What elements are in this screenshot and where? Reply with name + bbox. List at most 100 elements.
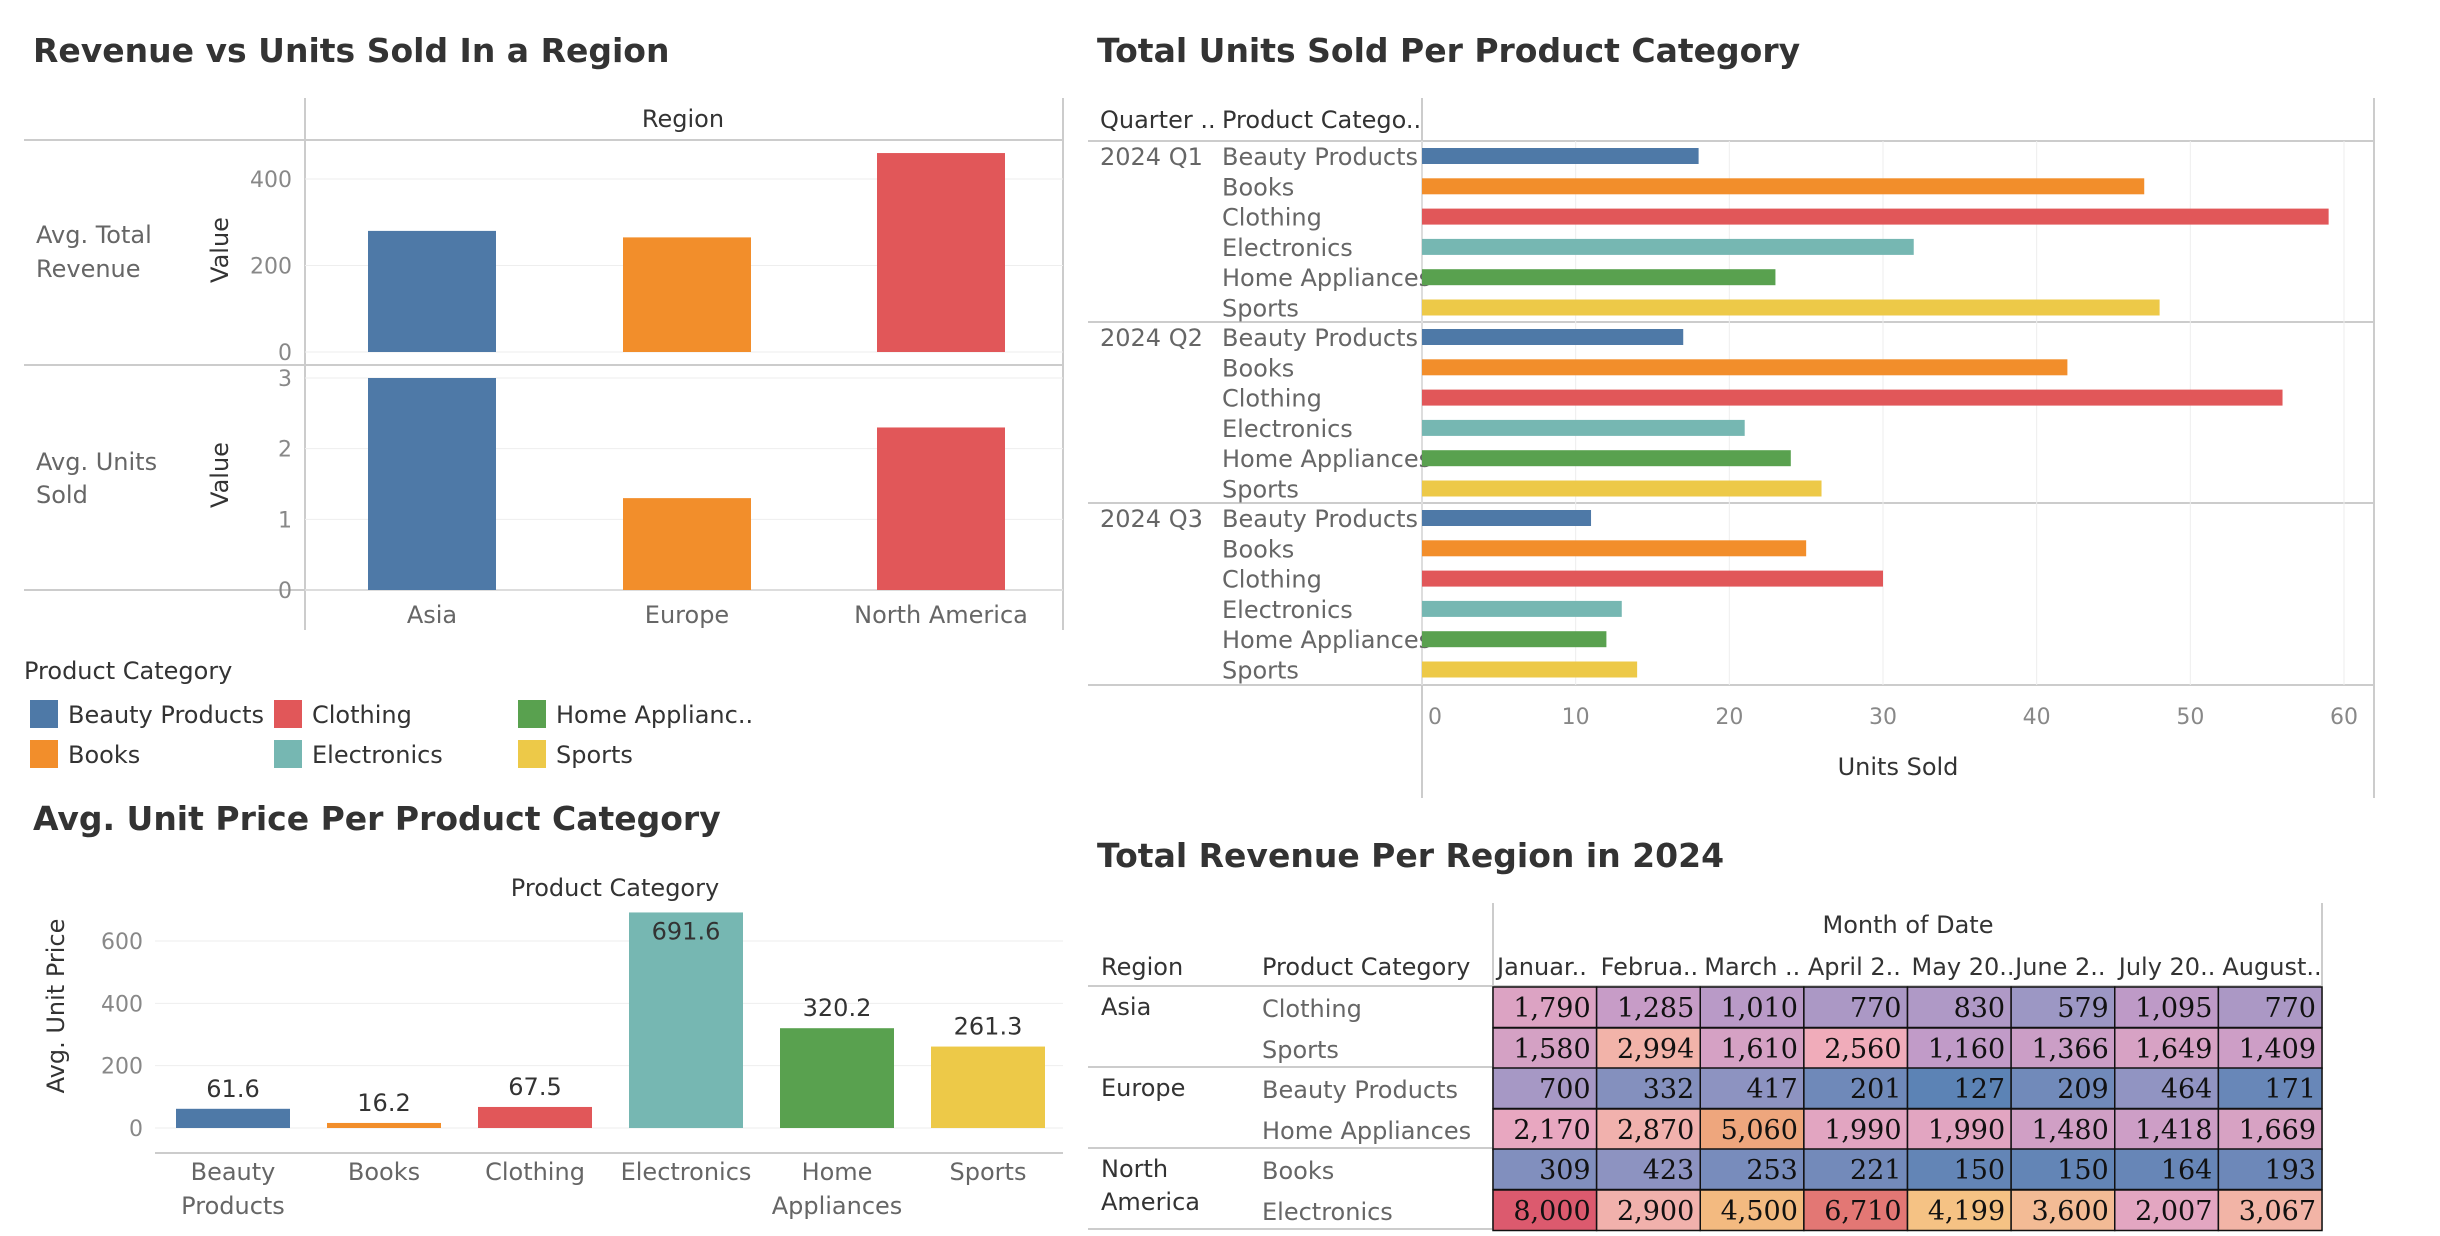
table-month-header: August.. <box>2222 953 2321 981</box>
chart1-row2-label-line2: Sold <box>36 481 88 509</box>
chart1-x-tick-label: Europe <box>645 601 729 629</box>
unit-price-chart: Avg. Unit Price Per Product Category Pro… <box>33 799 1063 1220</box>
chart3-y-tick-label: 0 <box>129 1117 143 1142</box>
chart2-category-label: Beauty Products <box>1222 324 1418 352</box>
table-category-label: Books <box>1262 1157 1334 1185</box>
table-cell-value: 2,870 <box>1617 1115 1694 1146</box>
chart1-y-tick-label: 3 <box>278 367 292 392</box>
legend-swatch <box>518 700 546 728</box>
table-cell-value: 3,600 <box>2031 1196 2108 1227</box>
table-cell-value: 2,170 <box>1513 1115 1590 1146</box>
chart3-x-tick-label: Appliances <box>772 1192 903 1220</box>
chart2-bar <box>1422 661 1638 678</box>
chart2-header-quarter: Quarter .. <box>1100 106 1216 134</box>
chart2-marks: 0 10 20 30 40 50 602024 Q1 Beauty ProductsBooks… <box>1100 141 2358 730</box>
table-cell-value: 423 <box>1643 1155 1695 1186</box>
chart3-title: Avg. Unit Price Per Product Category <box>33 799 721 838</box>
chart2-category-label: Clothing <box>1222 385 1322 413</box>
table-cell-value: 830 <box>1954 993 2006 1024</box>
table-cell-value: 1,990 <box>1824 1115 1901 1146</box>
legend-label: Clothing <box>312 701 412 729</box>
table-month-header: April 2.. <box>1808 953 1901 981</box>
legend-label: Beauty Products <box>68 701 264 729</box>
table-cell-value: 127 <box>1954 1074 2006 1105</box>
chart2-quarter-label: 2024 Q1 <box>1100 143 1203 171</box>
chart3-bar <box>478 1106 592 1128</box>
chart3-x-tick-label: Clothing <box>485 1158 585 1186</box>
table-region-label: America <box>1101 1188 1200 1216</box>
chart2-x-tick-label: 0 <box>1428 705 1442 730</box>
legend-swatch <box>274 740 302 768</box>
table-region-label: Asia <box>1101 993 1151 1021</box>
chart3-bar <box>780 1028 894 1128</box>
chart2-bar <box>1422 450 1791 467</box>
table-cell-value: 579 <box>2057 993 2109 1024</box>
chart2-bar <box>1422 148 1699 164</box>
chart3-x-tick-label: Home <box>802 1158 873 1186</box>
chart2-quarter-label: 2024 Q2 <box>1100 324 1203 352</box>
chart3-column-header: Product Category <box>511 874 719 902</box>
table-category-label: Sports <box>1262 1036 1339 1064</box>
chart1-row2-label-line1: Avg. Units <box>36 448 157 476</box>
chart2-bar <box>1422 600 1622 617</box>
chart2-bar <box>1422 269 1776 286</box>
chart1-row1-label-line2: Revenue <box>36 255 141 283</box>
legend-label: Books <box>68 741 140 769</box>
chart3-x-tick-label: Sports <box>950 1158 1027 1186</box>
chart1-panel1-axis-label: Value <box>206 217 234 283</box>
table-cell-value: 464 <box>2161 1074 2213 1105</box>
table-cell-value: 1,990 <box>1928 1115 2005 1146</box>
chart2-bar <box>1422 329 1684 345</box>
chart2-title: Total Units Sold Per Product Category <box>1097 31 1800 70</box>
table-cell-value: 164 <box>2161 1155 2213 1186</box>
chart1-panel2-axis-label: Value <box>206 442 234 508</box>
dashboard: Revenue vs Units Sold In a Region Region… <box>24 31 2375 1232</box>
legend-items: Beauty Products Books Clothing Electronics H… <box>30 700 753 769</box>
legend-label: Home Applianc.. <box>556 701 753 729</box>
table-region-label: North <box>1101 1155 1168 1183</box>
chart3-y-tick-label: 200 <box>101 1055 143 1080</box>
table-cell-value: 150 <box>1954 1155 2006 1186</box>
table-cell-value: 1,010 <box>1721 993 1798 1024</box>
table-cell-value: 2,994 <box>1617 1034 1694 1065</box>
table-month-header: March .. <box>1704 953 1800 981</box>
table-cell-value: 193 <box>2264 1155 2316 1186</box>
chart3-bar <box>931 1046 1045 1128</box>
table-cell-value: 201 <box>1850 1074 1902 1105</box>
chart3-y-axis-label: Avg. Unit Price <box>42 919 70 1094</box>
table-category-label: Clothing <box>1262 995 1362 1023</box>
chart2-category-label: Home Appliances <box>1222 264 1431 292</box>
table-month-header: Februa.. <box>1601 953 1699 981</box>
table-cell-value: 1,790 <box>1513 993 1590 1024</box>
chart1-x-tick-label: Asia <box>407 601 457 629</box>
legend: Product Category Beauty Products Books Clo… <box>24 657 753 769</box>
table-header-category: Product Category <box>1262 953 1470 981</box>
revenue-vs-units-chart: Revenue vs Units Sold In a Region Region… <box>24 31 1064 630</box>
legend-title: Product Category <box>24 657 232 685</box>
chart3-value-label: 691.6 <box>652 917 721 945</box>
table-cells: Januar.. Februa.. March .. April 2.. May 20.… <box>1101 953 2323 1232</box>
chart2-x-tick-label: 50 <box>2176 705 2204 730</box>
chart1-bar <box>368 230 496 352</box>
chart1-bar <box>368 378 496 590</box>
chart2-category-label: Sports <box>1222 295 1299 323</box>
chart2-x-axis-label: Units Sold <box>1838 753 1959 781</box>
chart3-marks: 0 200 400 600 61.6 Beauty Products 16.2 Books 67.… <box>101 912 1063 1220</box>
table-category-label: Beauty Products <box>1262 1076 1458 1104</box>
chart2-bar <box>1422 359 2068 376</box>
chart3-x-tick-label: Books <box>348 1158 420 1186</box>
chart2-quarter-label: 2024 Q3 <box>1100 505 1203 533</box>
chart1-y-tick-label: 2 <box>278 438 292 463</box>
chart1-bar <box>623 498 751 590</box>
table-cell-value: 1,649 <box>2135 1034 2212 1065</box>
chart2-bar <box>1422 389 2283 406</box>
table-cell-value: 3,067 <box>2239 1196 2316 1227</box>
chart2-x-tick-label: 40 <box>2023 705 2051 730</box>
chart1-bar <box>877 427 1005 590</box>
legend-swatch <box>518 740 546 768</box>
table-cell-value: 1,285 <box>1617 993 1694 1024</box>
table-cell-value: 4,500 <box>1721 1196 1798 1227</box>
chart3-value-label: 16.2 <box>357 1089 410 1117</box>
chart2-header-category: Product Catego.. <box>1222 106 1421 134</box>
chart3-value-label: 67.5 <box>508 1073 561 1101</box>
